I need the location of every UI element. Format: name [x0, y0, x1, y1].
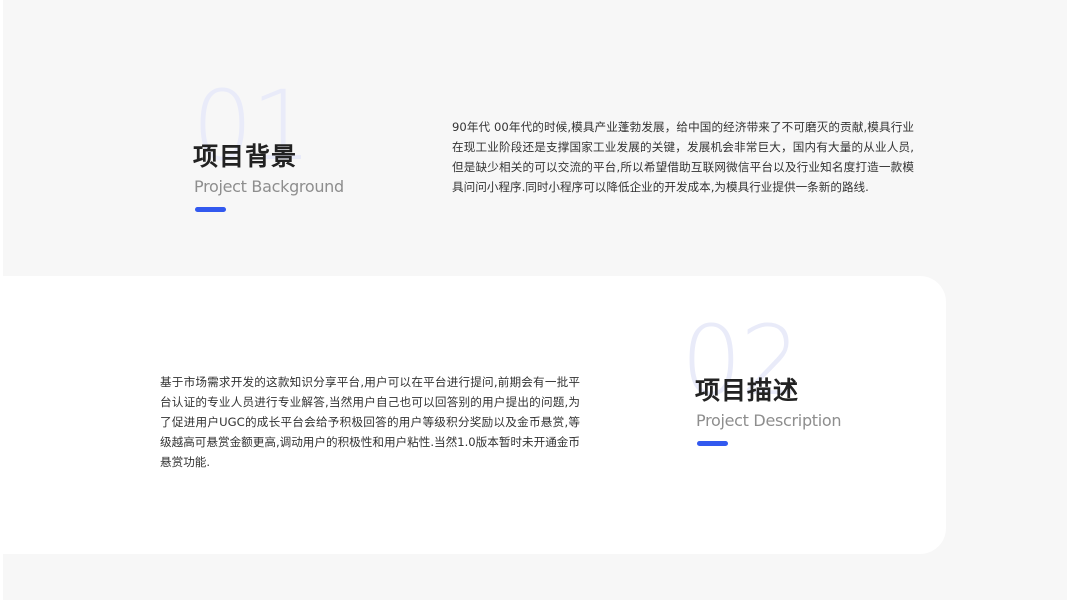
section-subtitle: Project Background	[194, 177, 344, 196]
section-body-text: 基于市场需求开发的这款知识分享平台,用户可以在平台进行提问,前期会有一批平台认证…	[160, 375, 580, 469]
section-subtitle: Project Description	[696, 411, 842, 430]
section-title: 项目描述	[695, 376, 800, 405]
accent-bar	[697, 441, 728, 446]
accent-bar	[195, 207, 226, 212]
section-body-text: 90年代 00年代的时候,模具产业蓬勃发展，给中国的经济带来了不可磨灭的贡献,模…	[452, 120, 914, 194]
section-title: 项目背景	[193, 142, 298, 171]
slide-page: 01 项目背景 Project Background 90年代 00年代的时候,…	[0, 0, 1067, 600]
